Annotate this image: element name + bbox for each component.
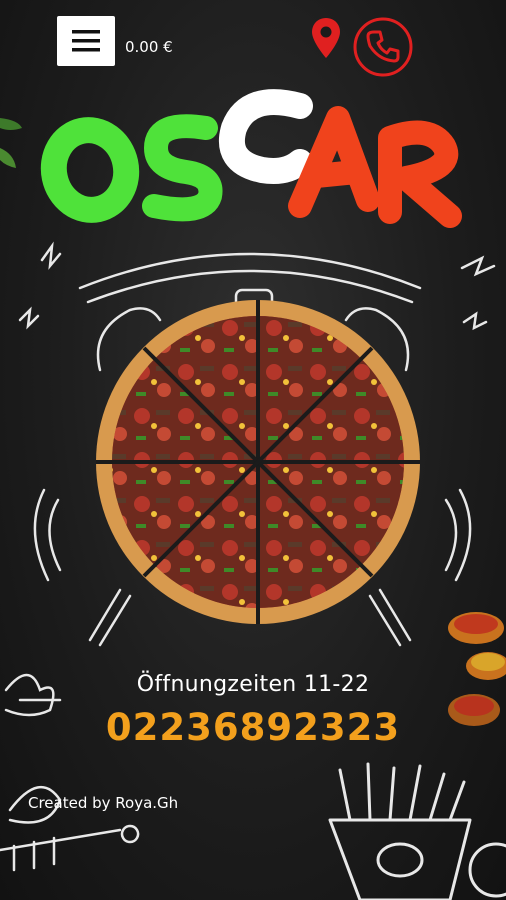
app-screen: 0.00 € Öffnungzeiten 11-22 02236892323 C… bbox=[0, 0, 506, 900]
menu-button[interactable] bbox=[57, 16, 115, 66]
fries-sketch-decoration bbox=[328, 762, 506, 900]
map-pin-icon[interactable] bbox=[311, 17, 341, 59]
oscar-logo bbox=[40, 89, 462, 228]
phone-icon[interactable] bbox=[352, 16, 414, 78]
leaf-decoration bbox=[0, 118, 22, 168]
cart-total[interactable]: 0.00 € bbox=[125, 38, 173, 56]
pizza-clock-illustration bbox=[18, 241, 496, 647]
vegetable-sketch-decoration bbox=[0, 673, 140, 872]
creator-credit: Created by Roya.Gh bbox=[28, 794, 179, 812]
hamburger-menu-icon bbox=[72, 30, 100, 52]
